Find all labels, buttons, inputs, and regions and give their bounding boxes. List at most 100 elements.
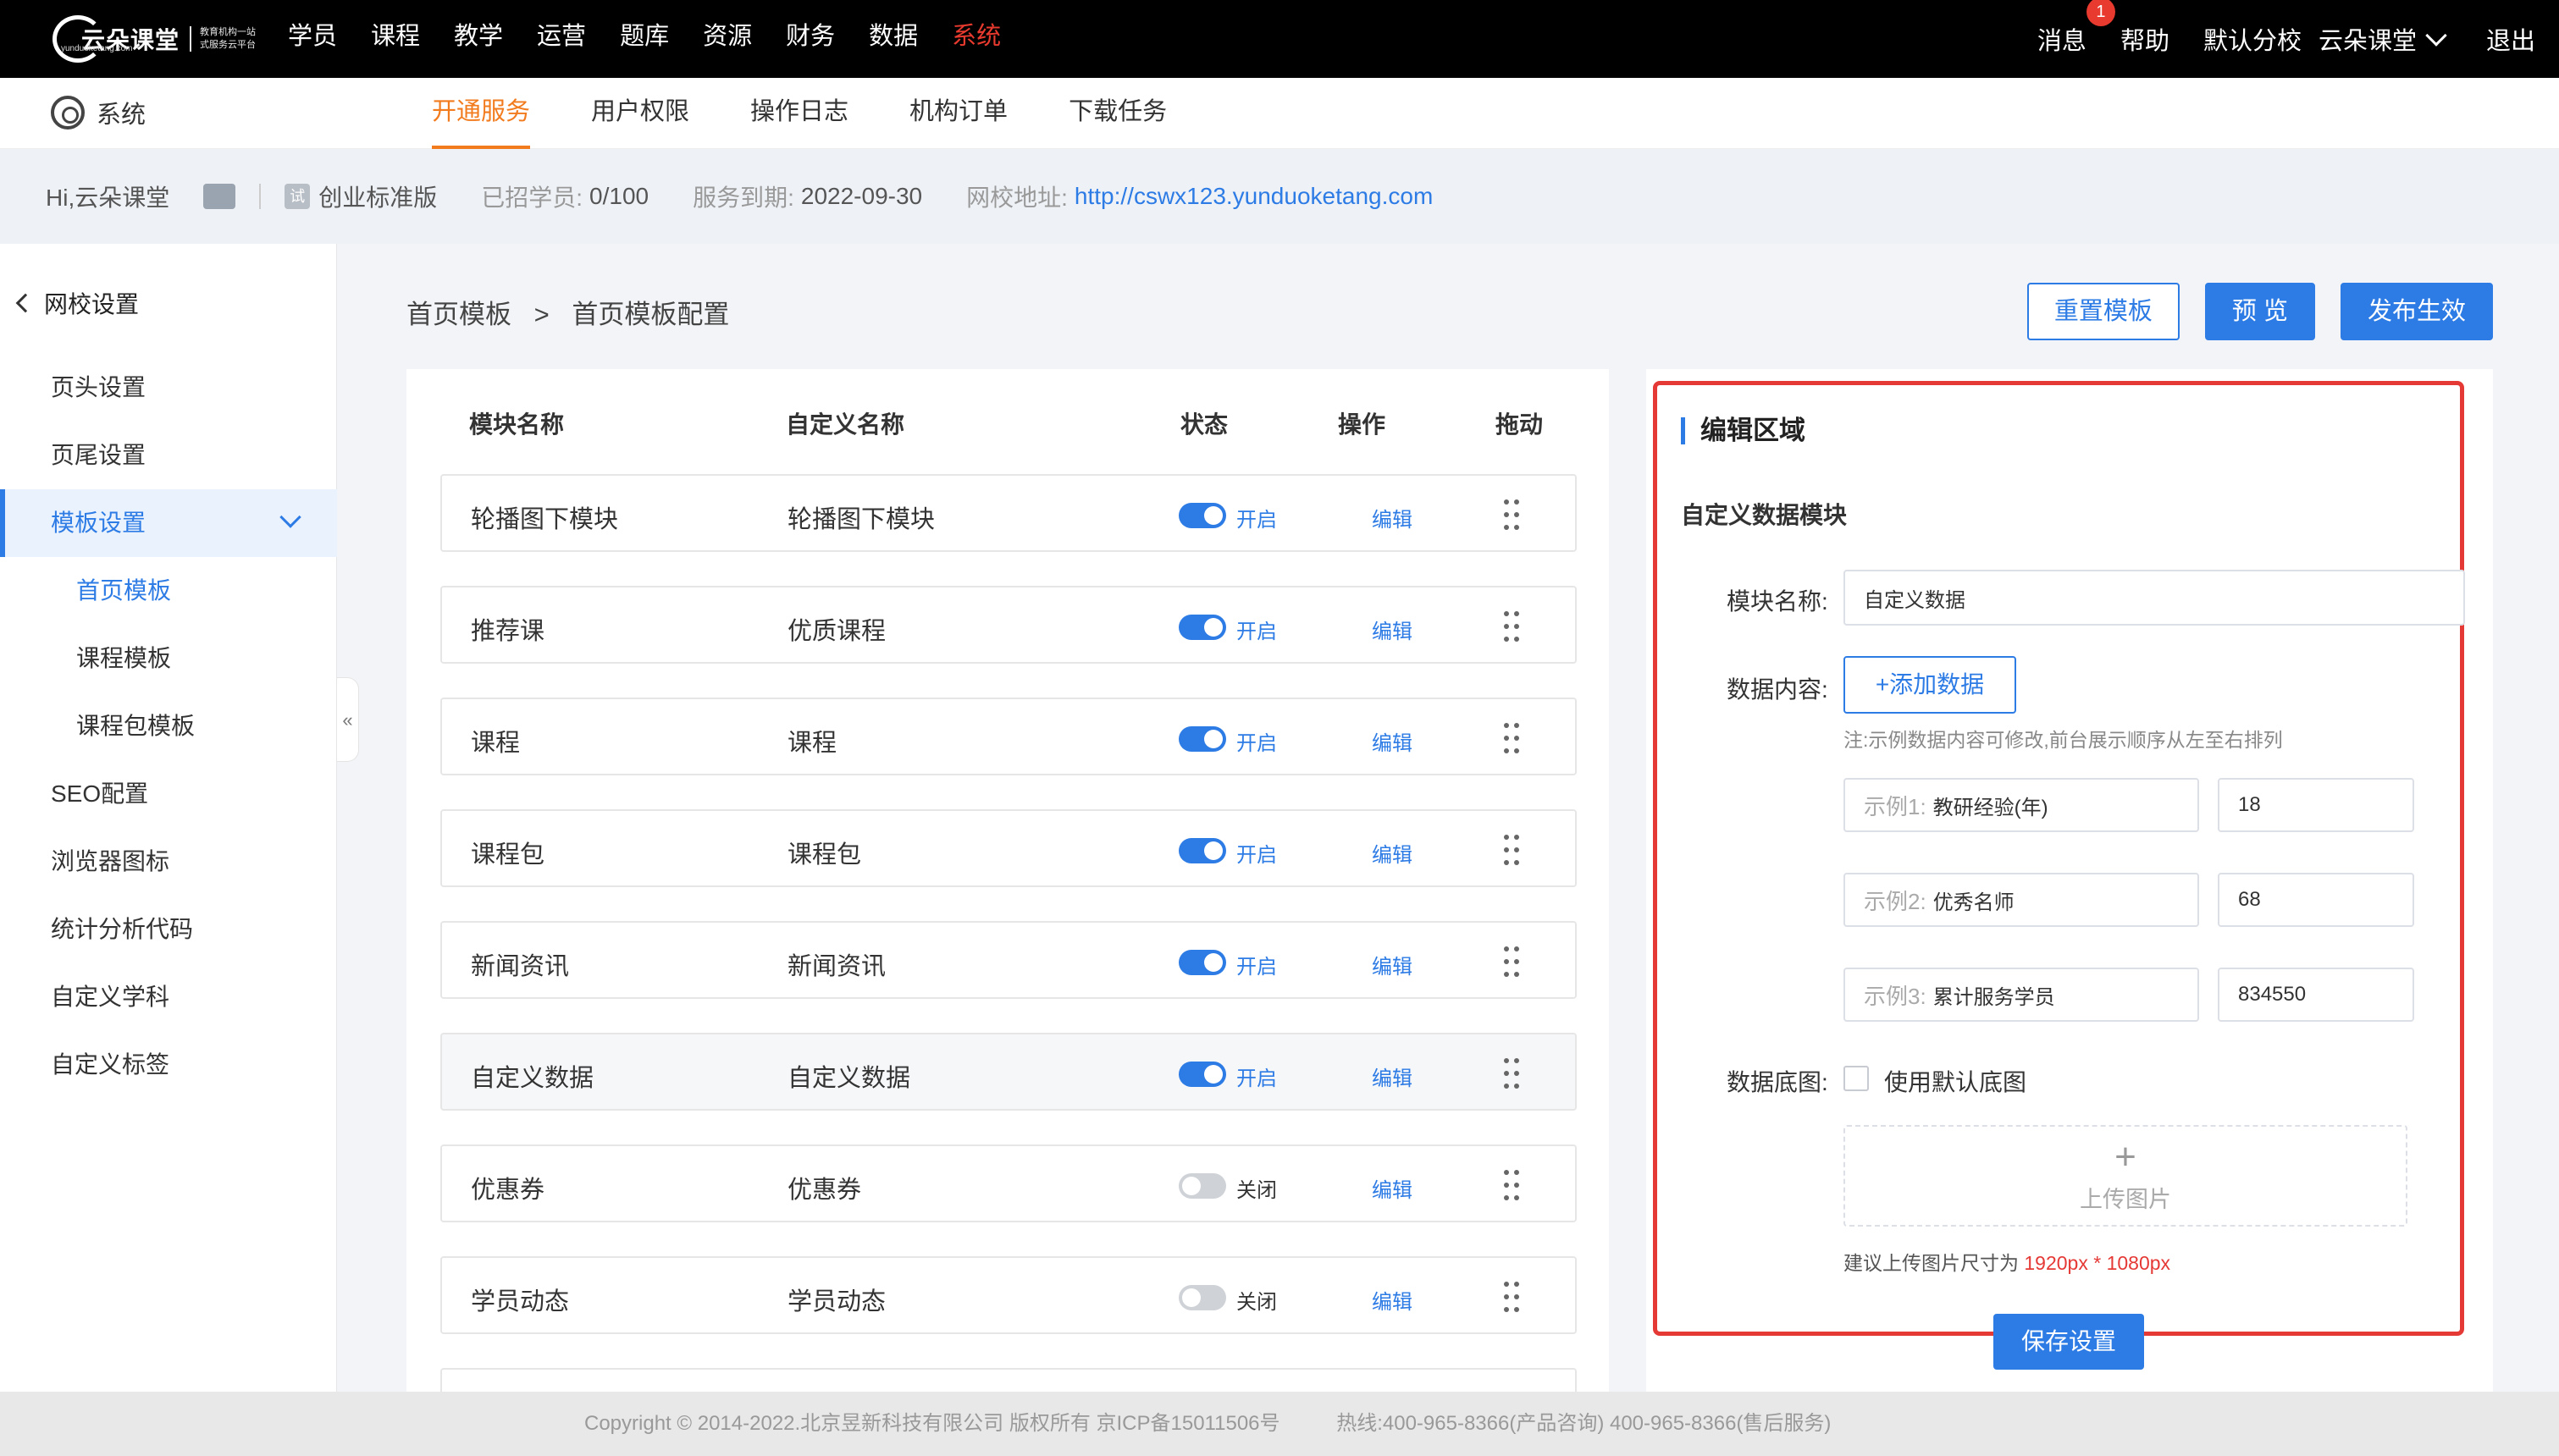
status-label: 开启 — [1236, 732, 1277, 755]
status-toggle[interactable] — [1179, 615, 1226, 640]
edit-link[interactable]: 编辑 — [1372, 1285, 1412, 1315]
sidebar-item-seo[interactable]: SEO配置 — [0, 760, 337, 828]
drag-handle-icon[interactable] — [1502, 609, 1521, 643]
table-row[interactable]: 新闻资讯 新闻资讯 开启 编辑 — [440, 921, 1577, 999]
edit-area-subtitle: 自定义数据模块 — [1681, 502, 1848, 528]
sidebar-item-footer-settings[interactable]: 页尾设置 — [0, 422, 337, 489]
gear-icon — [51, 96, 85, 130]
drag-handle-icon[interactable] — [1502, 1056, 1521, 1090]
nav-operations[interactable]: 运营 — [537, 0, 586, 78]
chevron-down-icon[interactable] — [2425, 25, 2447, 47]
breadcrumb: 首页模板 > 首页模板配置 — [406, 293, 729, 331]
edit-link[interactable]: 编辑 — [1372, 503, 1412, 532]
nav-question-bank[interactable]: 题库 — [620, 0, 669, 78]
module-name: 新闻资讯 — [471, 953, 570, 980]
tab-org-orders[interactable]: 机构订单 — [909, 78, 1008, 149]
edit-link[interactable]: 编辑 — [1372, 950, 1412, 979]
sidebar-item-analytics[interactable]: 统计分析代码 — [0, 896, 337, 963]
branch-selector[interactable]: 默认分校 — [2203, 21, 2302, 57]
sidebar-item-custom-subject[interactable]: 自定义学科 — [0, 963, 337, 1031]
status-toggle[interactable] — [1179, 726, 1226, 752]
help-link[interactable]: 帮助 — [2120, 21, 2169, 57]
sidebar-item-header-settings[interactable]: 页头设置 — [0, 354, 337, 422]
table-row[interactable]: 推荐课 优质课程 开启 编辑 — [440, 586, 1577, 664]
nav-system[interactable]: 系统 — [952, 0, 1001, 78]
logo[interactable]: 云朵课堂 教育机构一站 式服务云平台 — [53, 12, 256, 66]
nav-courses[interactable]: 课程 — [371, 0, 420, 78]
sidebar: 网校设置 页头设置 页尾设置 模板设置 首页模板 课程模板 课程包模板 SEO配… — [0, 244, 337, 1392]
drag-handle-icon[interactable] — [1502, 945, 1521, 979]
nav-students[interactable]: 学员 — [288, 0, 337, 78]
logo-url: yunduoketang.com — [61, 44, 133, 53]
chevron-down-icon — [279, 506, 301, 528]
breadcrumb-parent[interactable]: 首页模板 — [406, 300, 511, 329]
sidebar-menu: 页头设置 页尾设置 模板设置 首页模板 课程模板 课程包模板 SEO配置 浏览器… — [0, 354, 337, 1099]
sidebar-item-home-template[interactable]: 首页模板 — [0, 557, 337, 625]
nav-resources[interactable]: 资源 — [703, 0, 752, 78]
example-3-value-input[interactable]: 834550 — [2218, 968, 2414, 1022]
edit-link[interactable]: 编辑 — [1372, 1062, 1412, 1091]
use-default-bg-checkbox[interactable] — [1843, 1066, 1869, 1091]
table-row[interactable]: 自定义数据 自定义数据 开启 编辑 — [440, 1033, 1577, 1111]
drag-handle-icon[interactable] — [1502, 1168, 1521, 1202]
collapse-sidebar-icon[interactable]: « — [337, 677, 359, 762]
tab-operation-log[interactable]: 操作日志 — [750, 78, 848, 149]
example-3-value: 834550 — [2238, 983, 2307, 1006]
drag-handle-icon[interactable] — [1502, 833, 1521, 867]
drag-handle-icon[interactable] — [1502, 1280, 1521, 1314]
messages-link[interactable]: 消息 1 — [2037, 0, 2115, 57]
preview-button[interactable]: 预 览 — [2204, 283, 2315, 340]
nav-teaching[interactable]: 教学 — [454, 0, 503, 78]
sidebar-item-template-settings[interactable]: 模板设置 — [0, 489, 337, 557]
save-settings-button[interactable]: 保存设置 — [1993, 1314, 2144, 1370]
status-toggle[interactable] — [1179, 1285, 1226, 1310]
tab-user-permissions[interactable]: 用户权限 — [591, 78, 689, 149]
example-2-label-input[interactable]: 示例2: 优秀名师 — [1843, 873, 2199, 927]
table-row[interactable]: 轮播图下模块 轮播图下模块 开启 编辑 — [440, 474, 1577, 552]
account-menu[interactable]: 云朵课堂 — [2319, 21, 2417, 57]
example-1-value-input[interactable]: 18 — [2218, 778, 2414, 832]
edit-link[interactable]: 编辑 — [1372, 1173, 1412, 1203]
table-row[interactable] — [440, 1368, 1577, 1392]
table-row[interactable]: 课程 课程 开启 编辑 — [440, 698, 1577, 775]
edit-link[interactable]: 编辑 — [1372, 838, 1412, 868]
status-toggle[interactable] — [1179, 1173, 1226, 1199]
drag-handle-icon[interactable] — [1502, 721, 1521, 755]
edit-link[interactable]: 编辑 — [1372, 615, 1412, 644]
table-row[interactable]: 学员动态 学员动态 关闭 编辑 — [440, 1256, 1577, 1334]
status-toggle[interactable] — [1179, 950, 1226, 975]
template-actions: 重置模板 预 览 发布生效 — [2002, 283, 2493, 340]
add-data-button[interactable]: +添加数据 — [1843, 656, 2016, 714]
module-name-input[interactable]: 自定义数据 — [1843, 570, 2465, 626]
table-row[interactable]: 课程包 课程包 开启 编辑 — [440, 809, 1577, 887]
status-toggle[interactable] — [1179, 1062, 1226, 1087]
example-1-label-input[interactable]: 示例1: 教研经验(年) — [1843, 778, 2199, 832]
edit-link[interactable]: 编辑 — [1372, 726, 1412, 756]
school-url-link[interactable]: http://cswx123.yunduoketang.com — [1075, 183, 1433, 210]
status-toggle[interactable] — [1179, 838, 1226, 863]
id-card-icon — [203, 184, 236, 209]
sidebar-back[interactable]: 网校设置 — [15, 286, 139, 320]
use-default-bg-label[interactable]: 使用默认底图 — [1884, 1064, 2026, 1098]
example-3-label-input[interactable]: 示例3: 累计服务学员 — [1843, 968, 2199, 1022]
drag-handle-icon[interactable] — [1502, 498, 1521, 532]
reset-template-button[interactable]: 重置模板 — [2026, 283, 2180, 340]
trial-badge: 试 — [285, 184, 311, 209]
nav-data[interactable]: 数据 — [869, 0, 918, 78]
table-header: 模块名称 自定义名称 状态 操作 拖动 — [406, 369, 1609, 477]
example-2-value-input[interactable]: 68 — [2218, 873, 2414, 927]
tab-download-tasks[interactable]: 下载任务 — [1069, 78, 1167, 149]
sidebar-item-custom-tag[interactable]: 自定义标签 — [0, 1031, 337, 1099]
sidebar-item-course-template[interactable]: 课程模板 — [0, 625, 337, 692]
status-toggle[interactable] — [1179, 503, 1226, 528]
nav-finance[interactable]: 财务 — [786, 0, 835, 78]
students-label: 已招学员: — [481, 185, 583, 211]
upload-image-area[interactable]: + 上传图片 — [1843, 1125, 2407, 1227]
sidebar-item-package-template[interactable]: 课程包模板 — [0, 692, 337, 760]
publish-button[interactable]: 发布生效 — [2340, 283, 2493, 340]
table-row[interactable]: 优惠券 优惠券 关闭 编辑 — [440, 1144, 1577, 1222]
logout-link[interactable]: 退出 — [2486, 21, 2535, 57]
plus-icon: + — [2114, 1136, 2136, 1177]
sidebar-item-favicon[interactable]: 浏览器图标 — [0, 828, 337, 896]
tab-open-service[interactable]: 开通服务 — [432, 78, 531, 149]
